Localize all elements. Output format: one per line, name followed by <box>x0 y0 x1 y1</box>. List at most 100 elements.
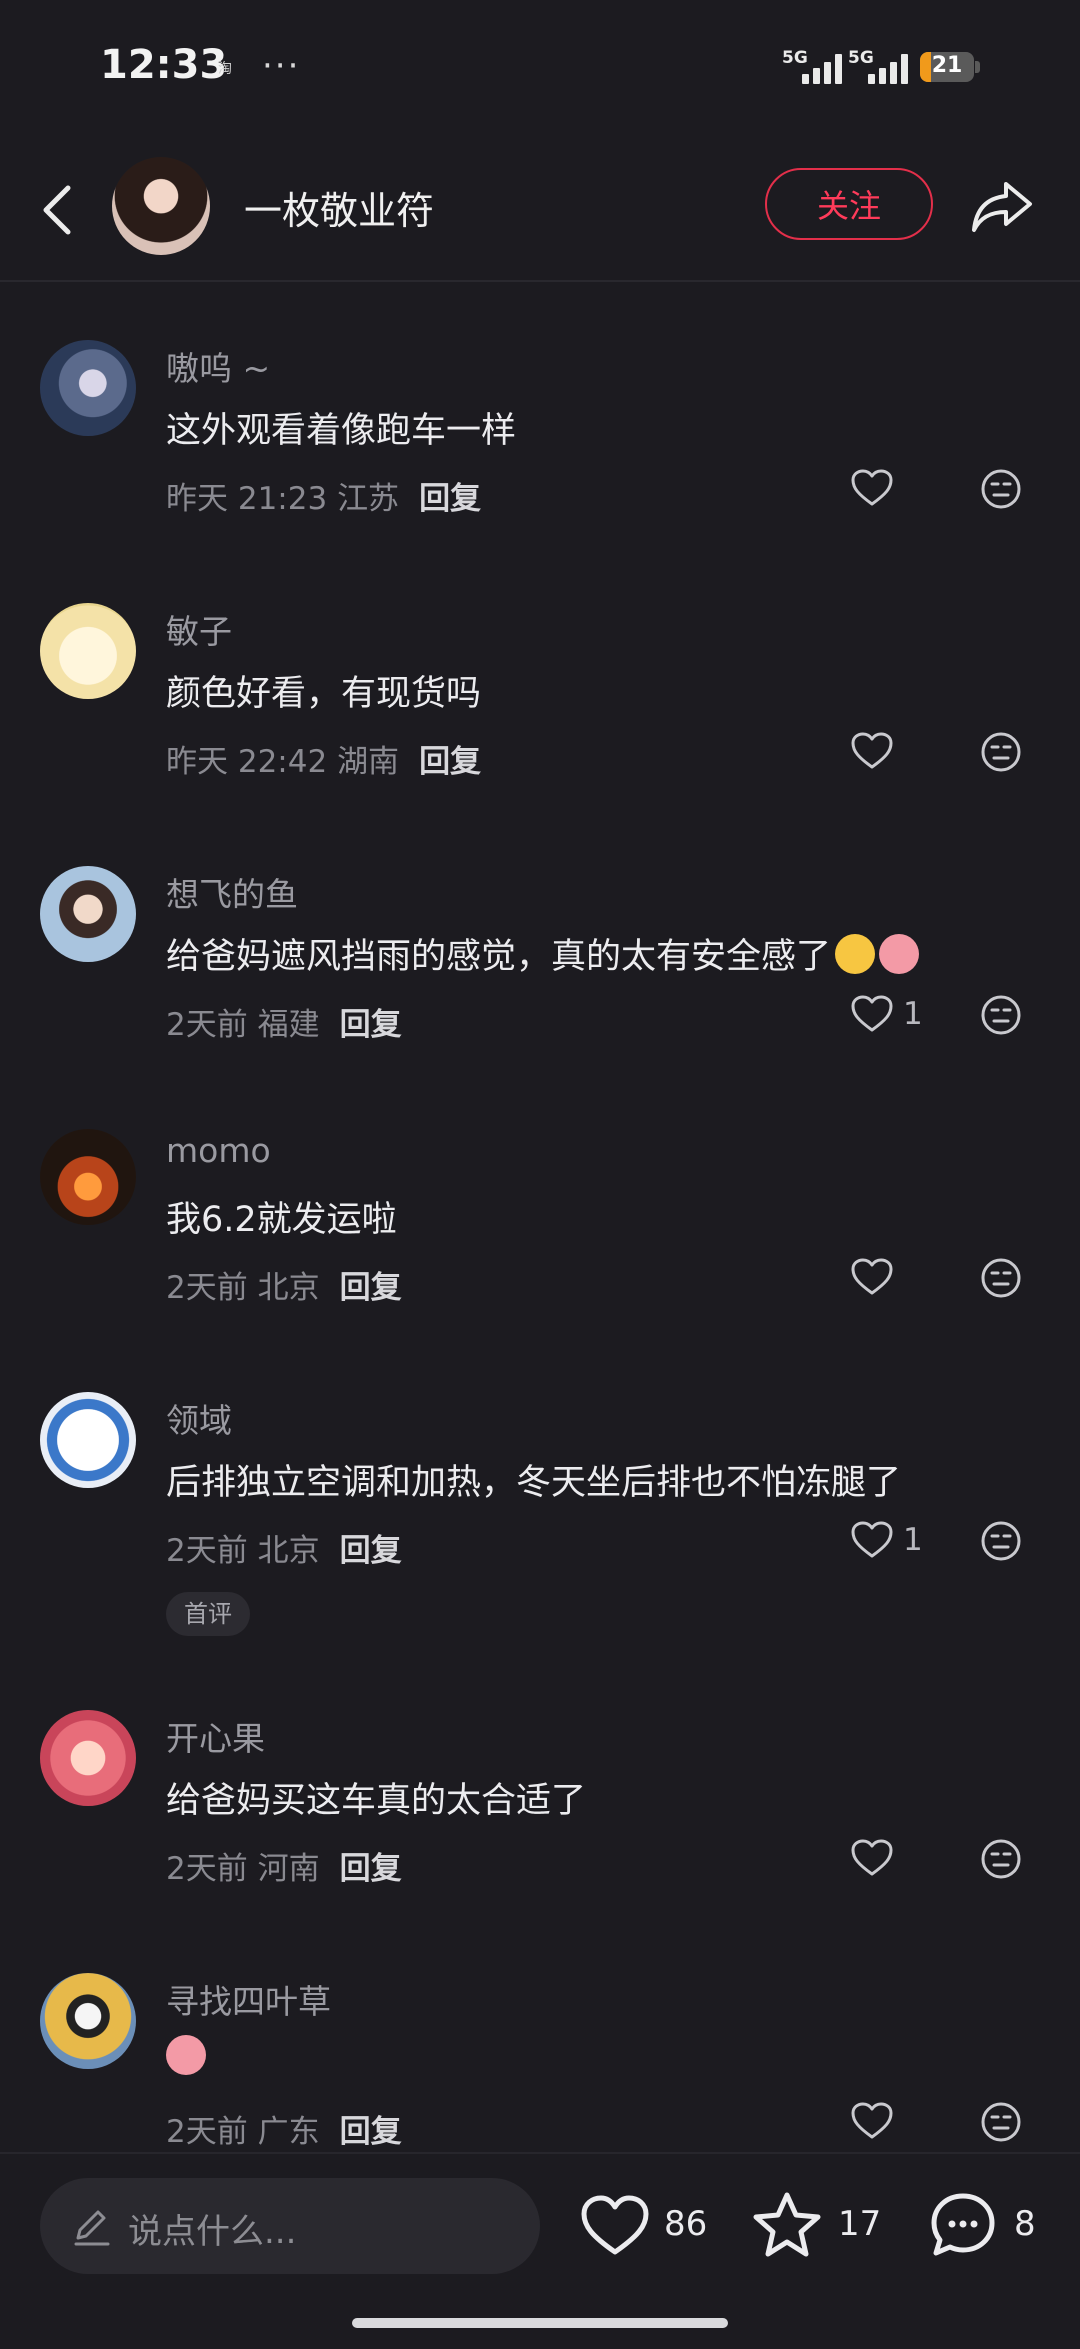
comment-like-heart-icon[interactable] <box>850 1520 894 1560</box>
reply-button[interactable]: 回复 <box>419 481 481 517</box>
first-comment-badge: 首评 <box>166 1592 250 1636</box>
reply-button[interactable]: 回复 <box>419 744 481 780</box>
comment-meta: 昨天 21:23 江苏 回复 <box>166 473 481 518</box>
commenter-avatar[interactable] <box>40 340 136 436</box>
header: 一枚敬业符 关注 <box>0 140 1080 282</box>
comment-item[interactable]: 敏子颜色好看，有现货吗昨天 22:42 湖南 回复 <box>0 603 1080 833</box>
commenter-name[interactable]: 开心果 <box>166 1712 265 1760</box>
commenter-avatar[interactable] <box>40 866 136 962</box>
comment-like-count: 1 <box>903 996 923 1032</box>
back-arrow-icon[interactable] <box>34 180 82 240</box>
dislike-face-icon[interactable] <box>979 1256 1023 1300</box>
comment-input[interactable]: 说点什么... <box>40 2178 540 2274</box>
comment-meta: 2天前 河南 回复 <box>166 1843 402 1888</box>
comment-item[interactable]: 嗷呜 ~ 这外观看着像跑车一样昨天 21:23 江苏 回复 <box>0 340 1080 570</box>
reply-button[interactable]: 回复 <box>340 2114 402 2150</box>
battery-icon: 21 <box>920 52 974 82</box>
comment-location: 河南 <box>257 1851 320 1887</box>
comment-location: 湖南 <box>337 744 400 780</box>
pink-emoji-icon <box>166 2035 206 2075</box>
comment-like-heart-icon[interactable] <box>850 994 894 1034</box>
commenter-name[interactable]: 敏子 <box>166 605 232 653</box>
comment-meta: 2天前 广东 回复 <box>166 2106 402 2151</box>
comment-text: 给爸妈买这车真的太合适了 <box>166 1772 586 1823</box>
comment-text: 这外观看着像跑车一样 <box>166 402 516 453</box>
comment-time: 昨天 21:23 <box>166 481 328 517</box>
like-heart-icon[interactable] <box>580 2194 650 2258</box>
comment-like-heart-icon[interactable] <box>850 468 894 508</box>
favorite-count: 17 <box>838 2204 882 2244</box>
commenter-avatar[interactable] <box>40 1129 136 1225</box>
dislike-face-icon[interactable] <box>979 993 1023 1037</box>
reply-button[interactable]: 回复 <box>340 1007 402 1043</box>
comment-text <box>166 2035 206 2078</box>
comment-location: 广东 <box>257 2114 320 2150</box>
status-bar: 12:33 淘 ··· 5G 5G 21 <box>0 0 1080 140</box>
comment-item[interactable]: 想飞的鱼给爸妈遮风挡雨的感觉，真的太有安全感了 2天前 福建 回复 1 <box>0 866 1080 1096</box>
comment-location: 北京 <box>257 1533 320 1569</box>
comment-like-heart-icon[interactable] <box>850 1257 894 1297</box>
comment-location: 福建 <box>257 1007 320 1043</box>
commenter-avatar[interactable] <box>40 1710 136 1806</box>
comment-item[interactable]: 开心果给爸妈买这车真的太合适了 2天前 河南 回复 <box>0 1710 1080 1940</box>
commenter-avatar[interactable] <box>40 1392 136 1488</box>
comment-like-heart-icon[interactable] <box>850 1838 894 1878</box>
commenter-name[interactable]: momo <box>166 1131 271 1170</box>
comment-text: 我6.2就发运啦 <box>166 1191 397 1242</box>
grin-emoji-icon <box>835 934 876 974</box>
comment-text-content: 颜色好看，有现货吗 <box>166 674 482 714</box>
share-icon[interactable] <box>970 176 1034 236</box>
comment-time: 昨天 22:42 <box>166 744 328 780</box>
favorite-star-icon[interactable] <box>752 2190 822 2260</box>
comment-text: 后排独立空调和加热，冬天坐后排也不怕冻腿了 <box>166 1454 901 1505</box>
comment-meta: 2天前 北京 回复 <box>166 1262 402 1307</box>
commenter-name[interactable]: 领域 <box>166 1394 232 1442</box>
comment-time: 2天前 <box>166 1851 248 1887</box>
comment-item[interactable]: 领域后排独立空调和加热，冬天坐后排也不怕冻腿了 2天前 北京 回复 1 首评 <box>0 1392 1080 1636</box>
reply-button[interactable]: 回复 <box>340 1851 402 1887</box>
comment-location: 北京 <box>257 1270 320 1306</box>
comment-like-heart-icon[interactable] <box>850 731 894 771</box>
battery-level: 21 <box>931 53 963 78</box>
comment-input-placeholder: 说点什么... <box>128 2212 297 2252</box>
signal-1-label: 5G <box>782 48 808 68</box>
comment-time: 2天前 <box>166 1533 248 1569</box>
comment-location: 江苏 <box>337 481 400 517</box>
taobao-notification-icon: 淘 <box>218 61 232 77</box>
dislike-face-icon[interactable] <box>979 467 1023 511</box>
comment-text: 给爸妈遮风挡雨的感觉，真的太有安全感了 <box>166 928 920 979</box>
commenter-name[interactable]: 嗷呜 ~ <box>166 342 270 390</box>
comment-time: 2天前 <box>166 2114 248 2150</box>
comment-text-content: 我6.2就发运啦 <box>166 1200 397 1240</box>
comment-time: 2天前 <box>166 1007 248 1043</box>
commenter-name[interactable]: 想飞的鱼 <box>166 868 298 916</box>
comment-text: 颜色好看，有现货吗 <box>166 665 481 716</box>
comment-item[interactable]: momo 我6.2就发运啦 2天前 北京 回复 <box>0 1129 1080 1359</box>
comment-bubble-icon[interactable] <box>928 2190 998 2260</box>
comment-text-content: 后排独立空调和加热，冬天坐后排也不怕冻腿了 <box>166 1463 902 1503</box>
follow-button[interactable]: 关注 <box>765 168 933 240</box>
comment-like-heart-icon[interactable] <box>850 2101 894 2141</box>
blush-emoji-icon <box>879 934 920 974</box>
home-indicator[interactable] <box>352 2318 728 2328</box>
reply-button[interactable]: 回复 <box>340 1270 402 1306</box>
reply-button[interactable]: 回复 <box>340 1533 402 1569</box>
comment-text-content: 给爸妈买这车真的太合适了 <box>166 1781 587 1821</box>
dislike-face-icon[interactable] <box>979 1837 1023 1881</box>
commenter-avatar[interactable] <box>40 1973 136 2069</box>
comment-count: 8 <box>1014 2204 1036 2244</box>
like-count: 86 <box>664 2204 708 2244</box>
comment-text-content: 给爸妈遮风挡雨的感觉，真的太有安全感了 <box>166 937 832 977</box>
comment-like-count: 1 <box>903 1522 923 1558</box>
signal-5g-icon-2: 5G <box>848 48 912 88</box>
commenter-name[interactable]: 寻找四叶草 <box>166 1975 331 2023</box>
dislike-face-icon[interactable] <box>979 1519 1023 1563</box>
dislike-face-icon[interactable] <box>979 730 1023 774</box>
author-avatar[interactable] <box>112 157 210 255</box>
comment-time: 2天前 <box>166 1270 248 1306</box>
commenter-avatar[interactable] <box>40 603 136 699</box>
pencil-icon <box>74 2210 110 2246</box>
dislike-face-icon[interactable] <box>979 2100 1023 2144</box>
more-notifications-icon: ··· <box>262 46 301 86</box>
author-name[interactable]: 一枚敬业符 <box>244 180 434 235</box>
